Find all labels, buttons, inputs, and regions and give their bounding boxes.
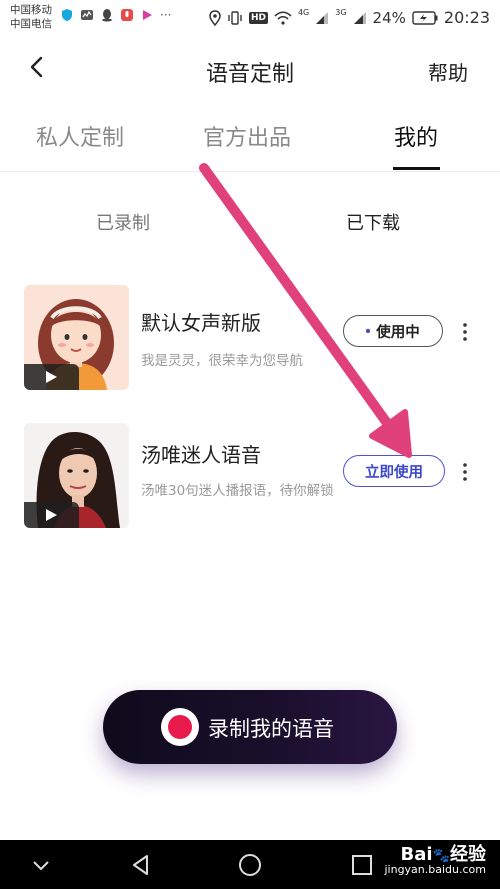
signal-icon-2 (353, 11, 366, 24)
voice-thumbnail[interactable] (24, 285, 129, 390)
tab-official[interactable]: 官方出品 (203, 120, 291, 152)
voice-item-default-female[interactable]: 默认女声新版 我是灵灵，很荣幸为您导航 使用中 (0, 285, 500, 395)
subtab-recorded[interactable]: 已录制 (96, 209, 150, 235)
shield-icon (62, 9, 72, 21)
network-4g: 4G (297, 8, 310, 17)
voice-thumbnail[interactable] (24, 423, 129, 528)
network-3g: 3G (335, 8, 347, 17)
location-icon (209, 9, 221, 26)
play-icon (46, 371, 57, 383)
hd-badge: HD (248, 11, 268, 24)
voice-name: 默认女声新版 (141, 311, 261, 335)
watermark-brand-2: 经验 (450, 844, 486, 865)
watermark-brand: Bai (400, 844, 433, 865)
microphone-icon (121, 9, 133, 21)
activity-icon (81, 10, 93, 20)
page-title: 语音定制 (205, 62, 294, 87)
carrier-2: 中国电信 (10, 18, 52, 30)
notification-icons: ··· (60, 8, 171, 22)
record-label: 录制我的语音 (208, 717, 334, 741)
carrier-1: 中国移动 (10, 4, 52, 16)
header: 语音定制 帮助 (0, 40, 500, 98)
tabs-divider (0, 171, 500, 172)
more-options-icon[interactable] (458, 321, 472, 343)
qq-icon (102, 9, 112, 22)
voice-description: 汤唯30句迷人播报语，待你解锁 (141, 483, 334, 499)
carrier-info: 中国移动 中国电信 (10, 3, 52, 31)
more-notifications: ··· (160, 8, 172, 22)
signal-icon (316, 11, 329, 24)
in-use-label: 使用中 (376, 324, 420, 341)
back-triangle-icon[interactable] (128, 852, 154, 878)
record-my-voice-button[interactable]: 录制我的语音 (103, 690, 397, 764)
active-tab-indicator (393, 167, 440, 170)
watermark-site: jingyan.baidu.com (384, 863, 486, 876)
vibrate-icon (228, 10, 242, 25)
in-use-badge: 使用中 (343, 315, 443, 347)
chevron-down-icon[interactable] (28, 852, 54, 878)
video-icon (143, 10, 152, 20)
watermark-paw-icon: 🐾 (432, 848, 450, 864)
main-tabs: 私人定制 官方出品 我的 (0, 112, 500, 172)
use-now-button[interactable]: 立即使用 (343, 455, 445, 487)
subtab-downloaded[interactable]: 已下载 (346, 209, 400, 235)
tab-private-custom[interactable]: 私人定制 (36, 120, 124, 152)
battery-percent: 24% (372, 8, 406, 27)
baidu-watermark: Bai🐾经验 jingyan.baidu.com (384, 846, 486, 877)
status-dot (366, 329, 371, 333)
record-icon (161, 708, 199, 746)
home-circle-icon[interactable] (237, 852, 263, 878)
system-icons: HD 4G 3G 24% 20:23 (209, 8, 490, 27)
play-preview-button[interactable] (24, 364, 79, 390)
tab-mine[interactable]: 我的 (394, 120, 438, 152)
voice-item-tangwei[interactable]: 汤唯迷人语音 汤唯30句迷人播报语，待你解锁 立即使用 (0, 423, 500, 533)
recents-square-icon[interactable] (349, 852, 375, 878)
help-link[interactable]: 帮助 (428, 57, 468, 86)
voice-name: 汤唯迷人语音 (141, 443, 261, 467)
battery-icon (412, 10, 438, 25)
system-nav-bar: Bai🐾经验 jingyan.baidu.com (0, 840, 500, 889)
clock: 20:23 (443, 8, 490, 27)
play-preview-button[interactable] (24, 502, 79, 528)
status-bar: 中国移动 中国电信 ··· HD 4G 3G 24% 20:23 (0, 0, 500, 34)
more-options-icon[interactable] (458, 461, 472, 483)
voice-description: 我是灵灵，很荣幸为您导航 (141, 353, 303, 369)
play-icon (46, 509, 57, 521)
wifi-icon (274, 10, 292, 25)
